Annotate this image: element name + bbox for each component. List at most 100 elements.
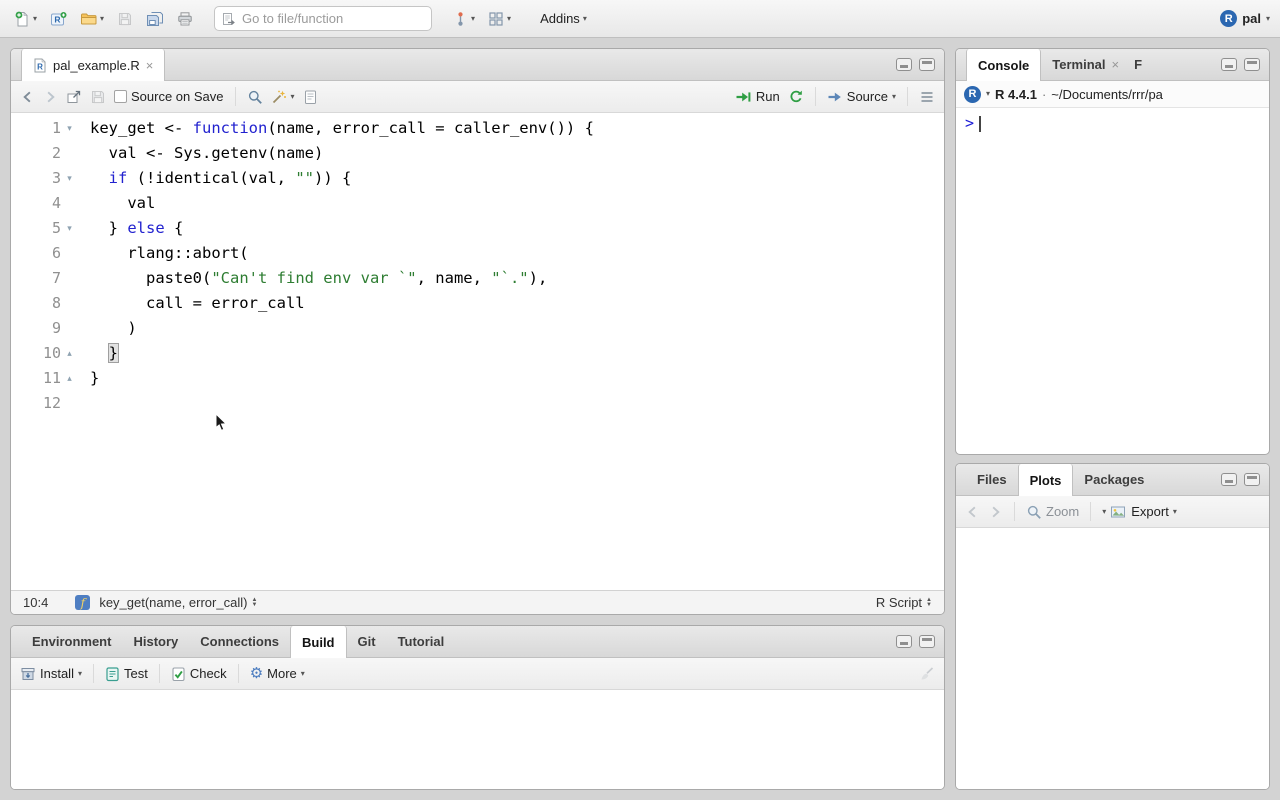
tab-terminal[interactable]: Terminal ×: [1041, 49, 1130, 80]
pane-layout-button[interactable]: ▾: [484, 8, 515, 30]
caret-down-icon[interactable]: ▾: [986, 90, 990, 98]
code-line[interactable]: 9 ): [11, 316, 944, 341]
code-line-text: paste0("Can't find env var `", name, "`.…: [78, 266, 547, 291]
compile-report-icon[interactable]: [303, 89, 318, 105]
install-button[interactable]: Install ▾: [20, 666, 82, 682]
more-label: More: [267, 666, 297, 681]
separator-dot: ·: [1042, 87, 1046, 102]
project-icon: R: [1220, 10, 1237, 27]
console-output[interactable]: >: [956, 108, 1269, 454]
back-icon[interactable]: [965, 504, 980, 520]
close-icon[interactable]: ×: [146, 58, 154, 73]
new-project-button[interactable]: R: [46, 8, 71, 30]
tab-tutorial[interactable]: Tutorial: [387, 626, 456, 657]
tab-background-jobs[interactable]: F: [1130, 49, 1146, 80]
code-editor[interactable]: 1▾key_get <- function(name, error_call =…: [11, 113, 944, 590]
code-line[interactable]: 7 paste0("Can't find env var `", name, "…: [11, 266, 944, 291]
tab-files[interactable]: Files: [966, 464, 1018, 495]
console-prompt: >: [965, 114, 974, 132]
file-type-selector[interactable]: R Script ▲ ▼: [876, 595, 932, 610]
forward-icon[interactable]: [988, 504, 1003, 520]
clear-broom-icon[interactable]: [917, 666, 935, 682]
maximize-button[interactable]: [1244, 473, 1260, 486]
code-line[interactable]: 8 call = error_call: [11, 291, 944, 316]
tab-build[interactable]: Build: [290, 626, 347, 658]
test-button[interactable]: Test: [105, 666, 148, 682]
fold-toggle-icon[interactable]: ▾: [61, 166, 78, 191]
document-outline-icon[interactable]: [919, 89, 935, 105]
project-menu[interactable]: R pal ▾: [1220, 10, 1270, 27]
svg-text:R: R: [54, 14, 60, 24]
print-button[interactable]: [173, 8, 197, 30]
fold-toggle-icon[interactable]: ▾: [61, 116, 78, 141]
zoom-button[interactable]: Zoom: [1026, 504, 1079, 520]
maximize-button[interactable]: [919, 58, 935, 71]
build-toolbar: Install ▾ Test Check ⚙ More ▾: [11, 658, 944, 690]
code-tools-button[interactable]: ▾: [271, 89, 295, 105]
export-image-icon: [1110, 504, 1127, 520]
new-file-button[interactable]: ▾: [10, 8, 41, 30]
version-control-button[interactable]: ▾: [449, 8, 479, 30]
save-button[interactable]: [113, 8, 137, 30]
source-button[interactable]: Source ▾: [827, 89, 896, 105]
tab-plots[interactable]: Plots: [1018, 464, 1074, 496]
files-tabbar: Files Plots Packages: [956, 464, 1269, 496]
line-number: 4: [11, 191, 61, 216]
addins-button[interactable]: Addins ▾: [536, 8, 591, 29]
tab-pal-example[interactable]: R pal_example.R ×: [21, 49, 165, 81]
tab-connections[interactable]: Connections: [189, 626, 290, 657]
forward-icon[interactable]: [43, 89, 58, 105]
open-file-button[interactable]: ▾: [76, 8, 108, 30]
tab-packages[interactable]: Packages: [1073, 464, 1155, 495]
code-line[interactable]: 2 val <- Sys.getenv(name): [11, 141, 944, 166]
print-icon: [177, 11, 193, 27]
tab-label: F: [1134, 57, 1142, 72]
fold-toggle-icon[interactable]: ▴: [61, 341, 78, 366]
save-icon[interactable]: [90, 89, 106, 105]
maximize-button[interactable]: [919, 635, 935, 648]
fold-toggle-icon[interactable]: ▴: [61, 366, 78, 391]
addins-label: Addins: [540, 11, 580, 26]
tab-git[interactable]: Git: [347, 626, 387, 657]
r-version-bar: R ▾ R 4.4.1 · ~/Documents/rrr/pa: [956, 81, 1269, 108]
code-line[interactable]: 5▾ } else {: [11, 216, 944, 241]
code-line[interactable]: 6 rlang::abort(: [11, 241, 944, 266]
minimize-button[interactable]: [1221, 473, 1237, 486]
close-icon[interactable]: ×: [1112, 57, 1120, 72]
minimize-button[interactable]: [896, 635, 912, 648]
code-line[interactable]: 10▴ }: [11, 341, 944, 366]
magic-wand-icon: [271, 89, 287, 105]
working-directory: ~/Documents/rrr/pa: [1051, 87, 1163, 102]
minimize-button[interactable]: [896, 58, 912, 71]
code-line[interactable]: 12: [11, 391, 944, 416]
fold-toggle-icon[interactable]: ▾: [61, 216, 78, 241]
code-line[interactable]: 1▾key_get <- function(name, error_call =…: [11, 116, 944, 141]
back-icon[interactable]: [20, 89, 35, 105]
code-line[interactable]: 11▴}: [11, 366, 944, 391]
function-scope-icon: f: [75, 595, 90, 610]
run-button[interactable]: Run: [735, 89, 780, 105]
search-icon[interactable]: [247, 89, 263, 105]
source-on-save-checkbox[interactable]: [114, 90, 127, 103]
open-in-window-icon[interactable]: [66, 89, 82, 105]
code-line[interactable]: 4 val: [11, 191, 944, 216]
check-button[interactable]: Check: [171, 666, 227, 682]
export-button[interactable]: ▾ Export ▾: [1102, 504, 1177, 520]
maximize-button[interactable]: [1244, 58, 1260, 71]
save-all-button[interactable]: [142, 8, 168, 30]
tab-environment[interactable]: Environment: [21, 626, 122, 657]
line-number: 10: [11, 341, 61, 366]
line-number: 2: [11, 141, 61, 166]
caret-down-icon: ▾: [78, 670, 82, 678]
more-button[interactable]: ⚙ More ▾: [250, 666, 305, 681]
tab-console[interactable]: Console: [966, 49, 1041, 81]
scope-selector[interactable]: key_get(name, error_call) ▲ ▼: [99, 595, 257, 610]
tab-history[interactable]: History: [122, 626, 189, 657]
minimize-button[interactable]: [1221, 58, 1237, 71]
code-line[interactable]: 3▾ if (!identical(val, "")) {: [11, 166, 944, 191]
rerun-icon[interactable]: [788, 89, 804, 105]
goto-file-input[interactable]: [242, 11, 424, 26]
line-number: 12: [11, 391, 61, 416]
goto-file-box[interactable]: [214, 6, 432, 31]
source-on-save-toggle[interactable]: Source on Save: [114, 89, 224, 104]
